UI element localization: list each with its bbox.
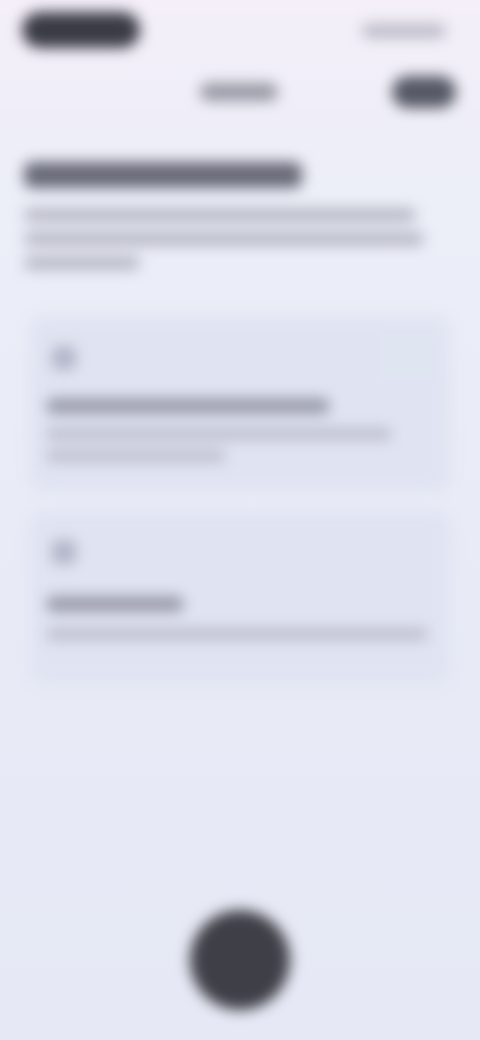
section-heading bbox=[24, 162, 302, 188]
header-action-button[interactable] bbox=[392, 76, 456, 108]
section-description bbox=[24, 219, 444, 289]
card-title bbox=[46, 398, 330, 414]
card-body bbox=[46, 428, 392, 462]
info-icon: info-icon bbox=[52, 346, 76, 370]
status-indicators bbox=[362, 24, 446, 38]
info-icon: info-icon bbox=[52, 540, 76, 564]
primary-action-button[interactable] bbox=[190, 910, 290, 1010]
card-title bbox=[46, 596, 184, 612]
status-bar-pill bbox=[22, 12, 140, 48]
card-body bbox=[46, 628, 428, 642]
info-card[interactable]: info-icon bbox=[30, 316, 450, 492]
info-card[interactable]: info-icon bbox=[30, 512, 450, 684]
screen: info-icon info-icon bbox=[0, 0, 480, 1040]
header-title bbox=[200, 83, 278, 101]
